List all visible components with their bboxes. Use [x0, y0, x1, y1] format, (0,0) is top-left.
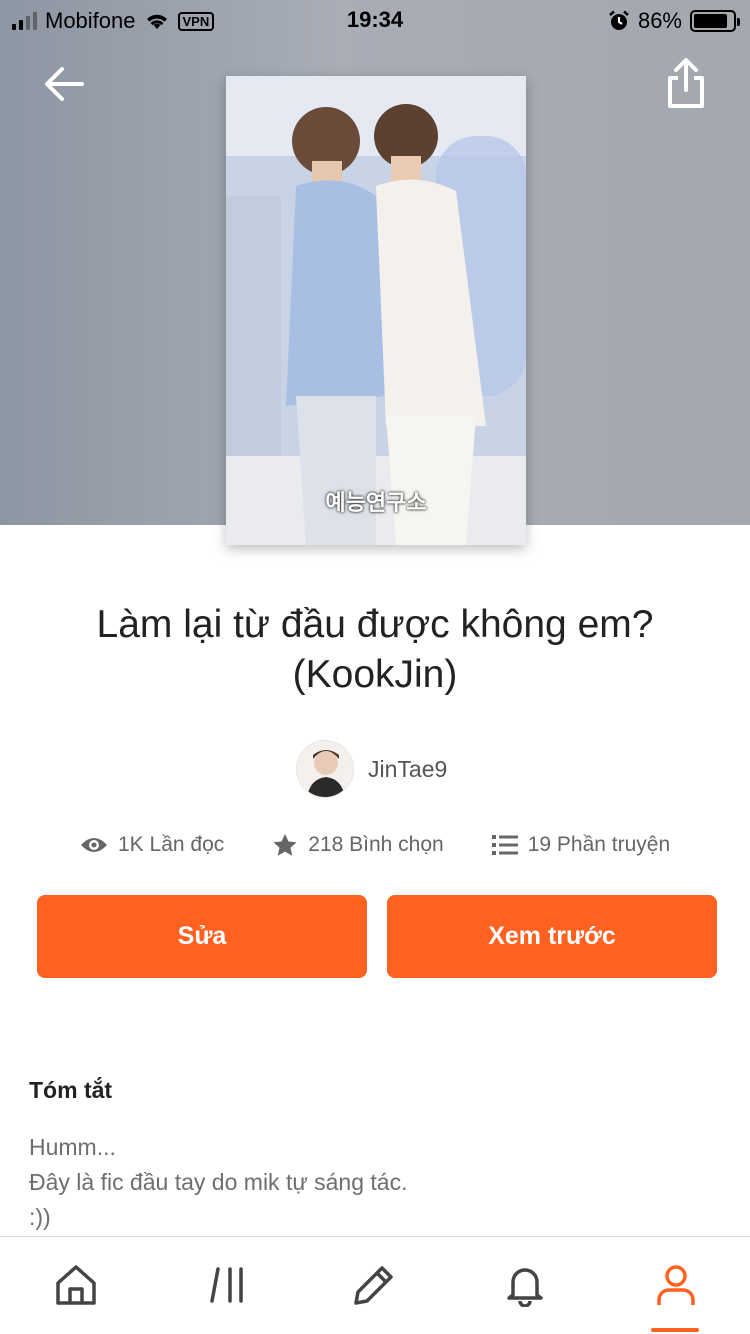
profile-icon	[657, 1265, 695, 1305]
star-icon	[273, 834, 297, 856]
share-button[interactable]	[662, 56, 710, 112]
arrow-left-icon	[45, 67, 84, 101]
summary-line: Humm...	[29, 1134, 116, 1160]
author-name: JinTae9	[368, 755, 448, 782]
cover-caption: 예능연구소	[325, 490, 427, 515]
stat-parts: 19 Phần truyện	[491, 833, 671, 857]
avatar	[296, 740, 354, 798]
preview-button[interactable]: Xem trước	[387, 895, 717, 978]
parts-count: 19 Phần truyện	[527, 833, 671, 856]
story-stats: 1K Lần đọc 218 Bình chọn 19 Phần truyện	[80, 833, 670, 857]
status-bar: Mobifone VPN 19:34 86%	[0, 0, 750, 40]
cover-artwork	[226, 76, 526, 545]
edit-button[interactable]: Sửa	[37, 895, 367, 978]
stat-votes: 218 Bình chọn	[272, 833, 444, 857]
tab-bar	[0, 1236, 750, 1334]
library-icon	[210, 1267, 243, 1303]
back-button[interactable]	[40, 60, 88, 108]
author-link[interactable]: JinTae9	[296, 740, 447, 798]
tab-write[interactable]	[350, 1261, 398, 1309]
list-icon	[491, 835, 518, 855]
active-tab-indicator	[651, 1328, 699, 1332]
tab-profile[interactable]	[652, 1261, 700, 1309]
votes-count: 218 Bình chọn	[308, 833, 444, 856]
home-icon	[56, 1265, 96, 1305]
reads-count: 1K Lần đọc	[118, 833, 225, 856]
story-title-line-2: (KookJin)	[292, 653, 458, 696]
stat-reads: 1K Lần đọc	[80, 833, 224, 857]
story-title-line-1: Làm lại từ đầu được không em?	[96, 603, 654, 646]
share-icon	[668, 58, 704, 108]
tab-notifications[interactable]	[501, 1261, 549, 1309]
write-icon	[354, 1266, 393, 1305]
tab-library[interactable]	[204, 1261, 252, 1309]
battery-icon	[690, 10, 740, 32]
alarm-icon	[609, 10, 629, 30]
battery-percent: 86%	[637, 8, 682, 33]
notifications-icon	[507, 1268, 543, 1307]
summary-line: Đây là fic đầu tay do mik tự sáng tác.	[29, 1169, 408, 1195]
eye-icon	[81, 838, 107, 852]
story-cover[interactable]: 예능연구소	[226, 76, 526, 545]
summary-heading: Tóm tắt	[29, 1077, 113, 1103]
story-title: Làm lại từ đầu được không em? (KookJin)	[30, 600, 720, 700]
tab-home[interactable]	[52, 1261, 100, 1309]
summary-text: Humm... Đây là fic đầu tay do mik tự sán…	[29, 1130, 719, 1235]
summary-line: :))	[29, 1204, 51, 1230]
